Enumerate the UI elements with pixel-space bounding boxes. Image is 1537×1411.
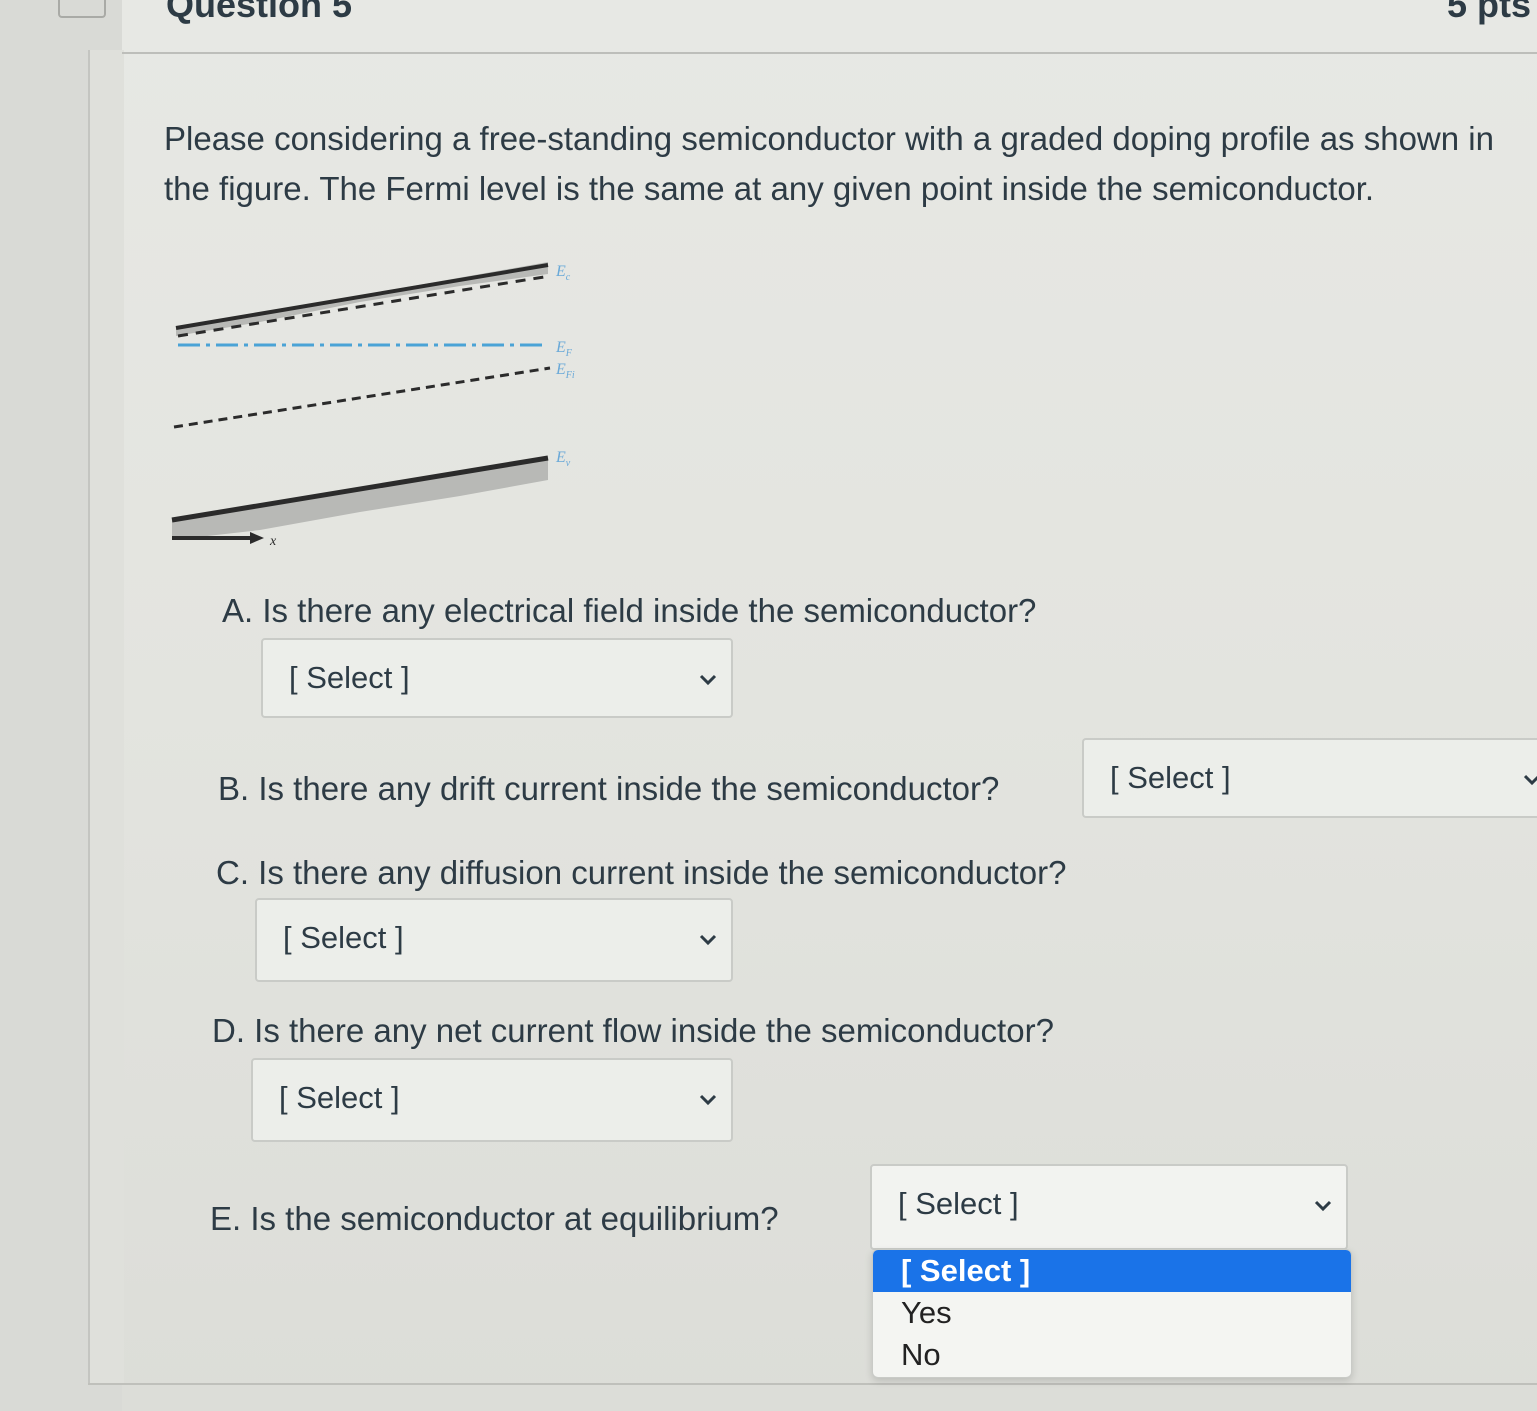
question-prompt: Please considering a free-standing semic… [164,120,1494,207]
question-d-text: D. Is there any net current flow inside … [212,1012,1054,1049]
chevron-down-icon [1523,774,1537,786]
question-e-select[interactable]: [ Select ] [870,1164,1348,1250]
dropdown-option-select[interactable]: [ Select ] [873,1250,1351,1292]
ec-line [175,263,549,330]
dropdown-option-no[interactable]: No [873,1334,1351,1376]
question-e-select-value: [ Select ] [898,1186,1019,1221]
question-d-select-value: [ Select ] [279,1080,400,1115]
question-c-text: C. Is there any diffusion current inside… [216,854,1067,891]
question-e-text: E. Is the semiconductor at equilibrium? [210,1200,779,1237]
ev-shading [172,458,548,540]
question-points: 5 pts [1446,0,1531,25]
question-b-select[interactable]: [ Select ] [1082,738,1537,818]
question-e-dropdown-list: [ Select ] Yes No [872,1249,1352,1378]
question-c-select-value: [ Select ] [283,920,404,955]
question-d-select[interactable]: [ Select ] [251,1058,733,1142]
question-a-select[interactable]: [ Select ] [261,638,733,718]
label-x: x [269,534,277,549]
label-ef: EF [555,339,573,359]
intrinsic-level-line [173,366,551,429]
question-a-select-value: [ Select ] [289,660,410,695]
question-c-select[interactable]: [ Select ] [255,898,733,982]
card-bottom-border [88,1383,1537,1385]
dropdown-option-yes[interactable]: Yes [873,1292,1351,1334]
label-ev: Ev [555,449,571,469]
x-axis-arrowhead [250,532,264,544]
header-divider [122,52,1537,54]
ec-dashed-line [177,274,551,338]
chevron-down-icon [699,674,717,686]
flag-icon[interactable] [58,0,106,18]
question-b-select-value: [ Select ] [1110,760,1231,795]
chevron-down-icon [699,1094,717,1106]
question-b-text: B. Is there any drift current inside the… [218,770,1000,807]
chevron-down-icon [1314,1200,1332,1212]
band-diagram-figure: Ec EF EFi Ev x [171,262,575,549]
question-a-text: A. Is there any electrical field inside … [222,592,1037,629]
card-left-edge [88,50,124,1385]
label-efi: EFi [555,361,575,381]
chevron-down-icon [699,934,717,946]
label-ec: Ec [555,263,571,283]
question-title: Question 5 [166,0,353,25]
